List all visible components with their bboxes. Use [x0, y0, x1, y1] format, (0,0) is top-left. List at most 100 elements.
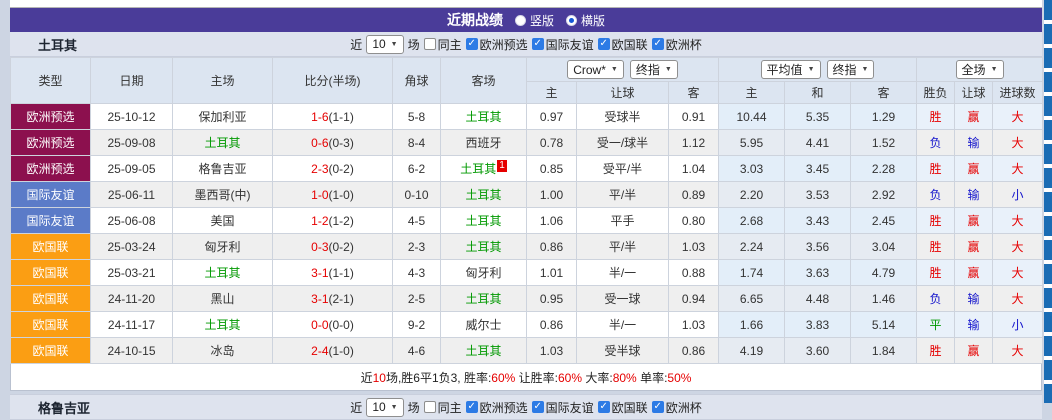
league-label: 欧国联 [612, 399, 648, 416]
league-filter[interactable]: ✓欧洲预选 [466, 399, 528, 416]
avg-draw: 3.53 [785, 182, 851, 208]
odds-home: 1.06 [527, 208, 577, 234]
match-row: 欧洲预选25-10-12保加利亚1-6(1-1)5-8土耳其0.97受球半0.9… [11, 104, 1043, 130]
avg-away: 3.04 [851, 234, 917, 260]
away-team: 土耳其 [441, 104, 527, 130]
result-outcome: 胜 [917, 208, 955, 234]
match-score: 3-1(2-1) [273, 286, 393, 312]
league-filter[interactable]: ✓国际友谊 [532, 399, 594, 416]
view-option-vertical[interactable]: 竖版 [515, 12, 554, 29]
match-count-value: 10 [372, 37, 385, 51]
checkbox-checked-icon[interactable]: ✓ [652, 38, 664, 50]
team-name: 格鲁吉亚 [38, 398, 90, 417]
result-outcome: 胜 [917, 338, 955, 364]
radio-unselected-icon[interactable] [515, 15, 526, 26]
result-goals: 大 [993, 156, 1043, 182]
result-handicap: 赢 [955, 260, 993, 286]
home-team: 冰岛 [173, 338, 273, 364]
summary-plain: 近 [361, 371, 373, 385]
match-date: 25-10-12 [91, 104, 173, 130]
odds-handicap: 受一/球半 [577, 130, 669, 156]
avg-draw: 3.45 [785, 156, 851, 182]
odds-handicap: 受一球 [577, 286, 669, 312]
home-team: 土耳其 [173, 260, 273, 286]
view-option-horizontal[interactable]: 横版 [566, 12, 605, 29]
checkbox-checked-icon[interactable]: ✓ [532, 38, 544, 50]
result-goals: 大 [993, 130, 1043, 156]
match-count-select[interactable]: 10 ▼ [366, 398, 403, 417]
chevron-down-icon: ▼ [391, 404, 398, 411]
average-group-header: 平均值▼ 终指▼ [719, 58, 917, 82]
odds-away: 0.94 [669, 286, 719, 312]
col-header-odds-handicap: 让球 [577, 82, 669, 104]
away-team: 土耳其1 [441, 156, 527, 182]
odds-home: 1.03 [527, 338, 577, 364]
near-label: 近 [350, 399, 362, 416]
result-handicap: 输 [955, 130, 993, 156]
radio-selected-icon[interactable] [566, 15, 577, 26]
team-name: 土耳其 [38, 35, 77, 54]
home-team: 保加利亚 [173, 104, 273, 130]
col-header-away: 客场 [441, 58, 527, 104]
league-filter[interactable]: ✓欧国联 [598, 36, 648, 53]
match-type-badge: 欧洲预选 [11, 104, 91, 130]
avg-home: 4.19 [719, 338, 785, 364]
odds-away: 0.88 [669, 260, 719, 286]
home-team: 美国 [173, 208, 273, 234]
league-filters: ✓欧洲预选✓国际友谊✓欧国联✓欧洲杯 [466, 36, 702, 53]
avg-home: 2.68 [719, 208, 785, 234]
summary-highlight: 80% [613, 371, 637, 385]
match-row: 欧国联24-10-15冰岛2-4(1-0)4-6土耳其1.03受半球0.864.… [11, 338, 1043, 364]
result-goals: 大 [993, 286, 1043, 312]
match-count-select[interactable]: 10▼ [366, 35, 403, 54]
checkbox-checked-icon[interactable]: ✓ [466, 38, 478, 50]
result-handicap: 赢 [955, 338, 993, 364]
page-edge-decoration [1044, 0, 1052, 403]
odds-time-select[interactable]: 终指▼ [630, 60, 678, 79]
league-filter[interactable]: ✓欧洲预选 [466, 36, 528, 53]
odds-source-select[interactable]: Crow*▼ [567, 60, 624, 79]
league-filter[interactable]: ✓欧国联 [598, 399, 648, 416]
corner-count: 9-2 [393, 312, 441, 338]
result-outcome: 负 [917, 130, 955, 156]
match-date: 25-06-11 [91, 182, 173, 208]
corner-count: 4-3 [393, 260, 441, 286]
col-header-date: 日期 [91, 58, 173, 104]
result-goals: 小 [993, 312, 1043, 338]
odds-home: 0.86 [527, 312, 577, 338]
unit-label: 场 [408, 36, 420, 53]
chevron-down-icon: ▼ [611, 66, 618, 73]
checkbox-checked-icon[interactable]: ✓ [598, 38, 610, 50]
match-row: 欧国联25-03-24匈牙利0-3(0-2)2-3土耳其0.86平/半1.032… [11, 234, 1043, 260]
col-header-corners: 角球 [393, 58, 441, 104]
same-host-filter[interactable]: 同主 [424, 399, 462, 416]
avg-away: 2.45 [851, 208, 917, 234]
odds-handicap: 平/半 [577, 234, 669, 260]
match-row: 国际友谊25-06-11墨西哥(中)1-0(1-0)0-10土耳其1.00平/半… [11, 182, 1043, 208]
result-outcome: 胜 [917, 234, 955, 260]
summary-highlight: 50% [667, 371, 691, 385]
odds-away: 0.86 [669, 338, 719, 364]
league-filter[interactable]: ✓欧洲杯 [652, 399, 702, 416]
avg-away: 5.14 [851, 312, 917, 338]
page-title: 近期战绩 [447, 10, 503, 30]
scope-select[interactable]: 全场▼ [956, 60, 1004, 79]
col-header-avg-away: 客 [851, 82, 917, 104]
match-count-value: 10 [372, 400, 385, 414]
avg-source-select[interactable]: 平均值▼ [761, 60, 821, 79]
away-team: 土耳其 [441, 182, 527, 208]
league-label: 国际友谊 [546, 36, 594, 53]
rank-badge: 1 [497, 160, 507, 172]
match-row: 欧国联24-11-20黑山3-1(2-1)2-5土耳其0.95受一球0.946.… [11, 286, 1043, 312]
same-host-filter[interactable]: 同主 [424, 36, 462, 53]
league-label: 国际友谊 [546, 399, 594, 416]
top-strip [10, 0, 1042, 8]
avg-time-select[interactable]: 终指▼ [827, 60, 875, 79]
checkbox-unchecked-icon[interactable] [424, 38, 436, 50]
match-row: 欧洲预选25-09-05格鲁吉亚2-3(0-2)6-2土耳其10.85受平/半1… [11, 156, 1043, 182]
league-filter[interactable]: ✓欧洲杯 [652, 36, 702, 53]
unit-label: 场 [408, 399, 420, 416]
league-filter[interactable]: ✓国际友谊 [532, 36, 594, 53]
history-filter: 近 10 ▼ 场 同主 ✓欧洲预选✓国际友谊✓欧国联✓欧洲杯 [350, 398, 701, 417]
home-team: 匈牙利 [173, 234, 273, 260]
